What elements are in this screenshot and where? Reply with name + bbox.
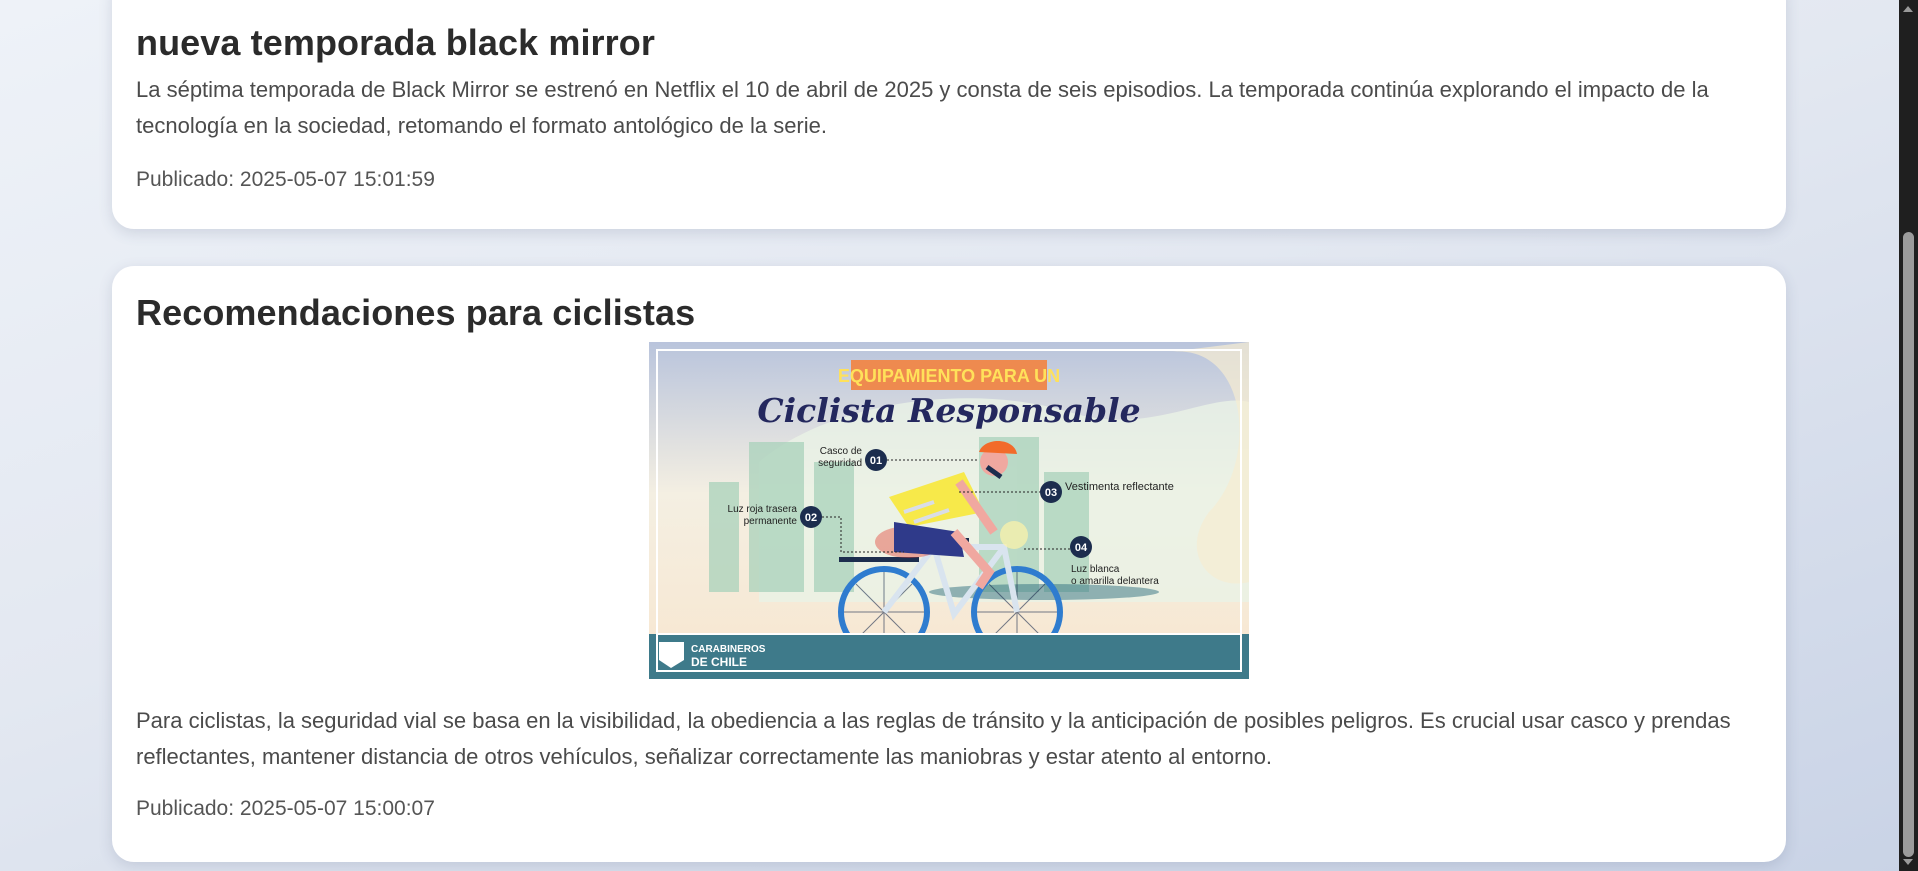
svg-text:seguridad: seguridad	[818, 458, 862, 469]
svg-text:CARABINEROS: CARABINEROS	[691, 644, 766, 655]
svg-text:01: 01	[870, 455, 882, 467]
scrollbar-thumb[interactable]	[1903, 232, 1914, 857]
svg-text:03: 03	[1045, 487, 1057, 499]
post-image: EQUIPAMIENTO PARA UN Ciclista Responsabl…	[136, 342, 1762, 679]
svg-text:Vestimenta reflectante: Vestimenta reflectante	[1065, 481, 1174, 493]
post-body: Para ciclistas, la seguridad vial se bas…	[136, 708, 1731, 769]
post-body: La séptima temporada de Black Mirror se …	[136, 77, 1709, 138]
svg-text:Luz roja trasera: Luz roja trasera	[728, 504, 798, 515]
svg-text:Casco de: Casco de	[820, 446, 863, 457]
post-title: nueva temporada black mirror	[136, 22, 655, 63]
post-date: Publicado: 2025-05-07 15:01:59	[136, 168, 435, 191]
vertical-scrollbar[interactable]	[1899, 0, 1918, 871]
svg-text:02: 02	[805, 512, 817, 524]
svg-text:Luz blanca: Luz blanca	[1071, 564, 1120, 575]
scroll-up-icon[interactable]	[1903, 6, 1913, 12]
post-card: nueva temporada black mirror La séptima …	[112, 0, 1786, 229]
cyclist-safety-poster: EQUIPAMIENTO PARA UN Ciclista Responsabl…	[649, 342, 1249, 679]
scroll-down-icon[interactable]	[1903, 859, 1913, 865]
poster-headline: Ciclista Responsable	[757, 391, 1140, 430]
svg-text:DE CHILE: DE CHILE	[691, 655, 747, 669]
post-date: Publicado: 2025-05-07 15:00:07	[136, 797, 435, 820]
post-card: Recomendaciones para ciclistas EQUIPAMIE…	[112, 266, 1786, 862]
poster-banner-text: EQUIPAMIENTO PARA UN	[838, 366, 1060, 386]
svg-text:o amarilla delantera: o amarilla delantera	[1071, 576, 1159, 587]
post-title: Recomendaciones para ciclistas	[136, 292, 696, 333]
svg-text:permanente: permanente	[744, 516, 798, 527]
svg-text:04: 04	[1075, 542, 1088, 554]
